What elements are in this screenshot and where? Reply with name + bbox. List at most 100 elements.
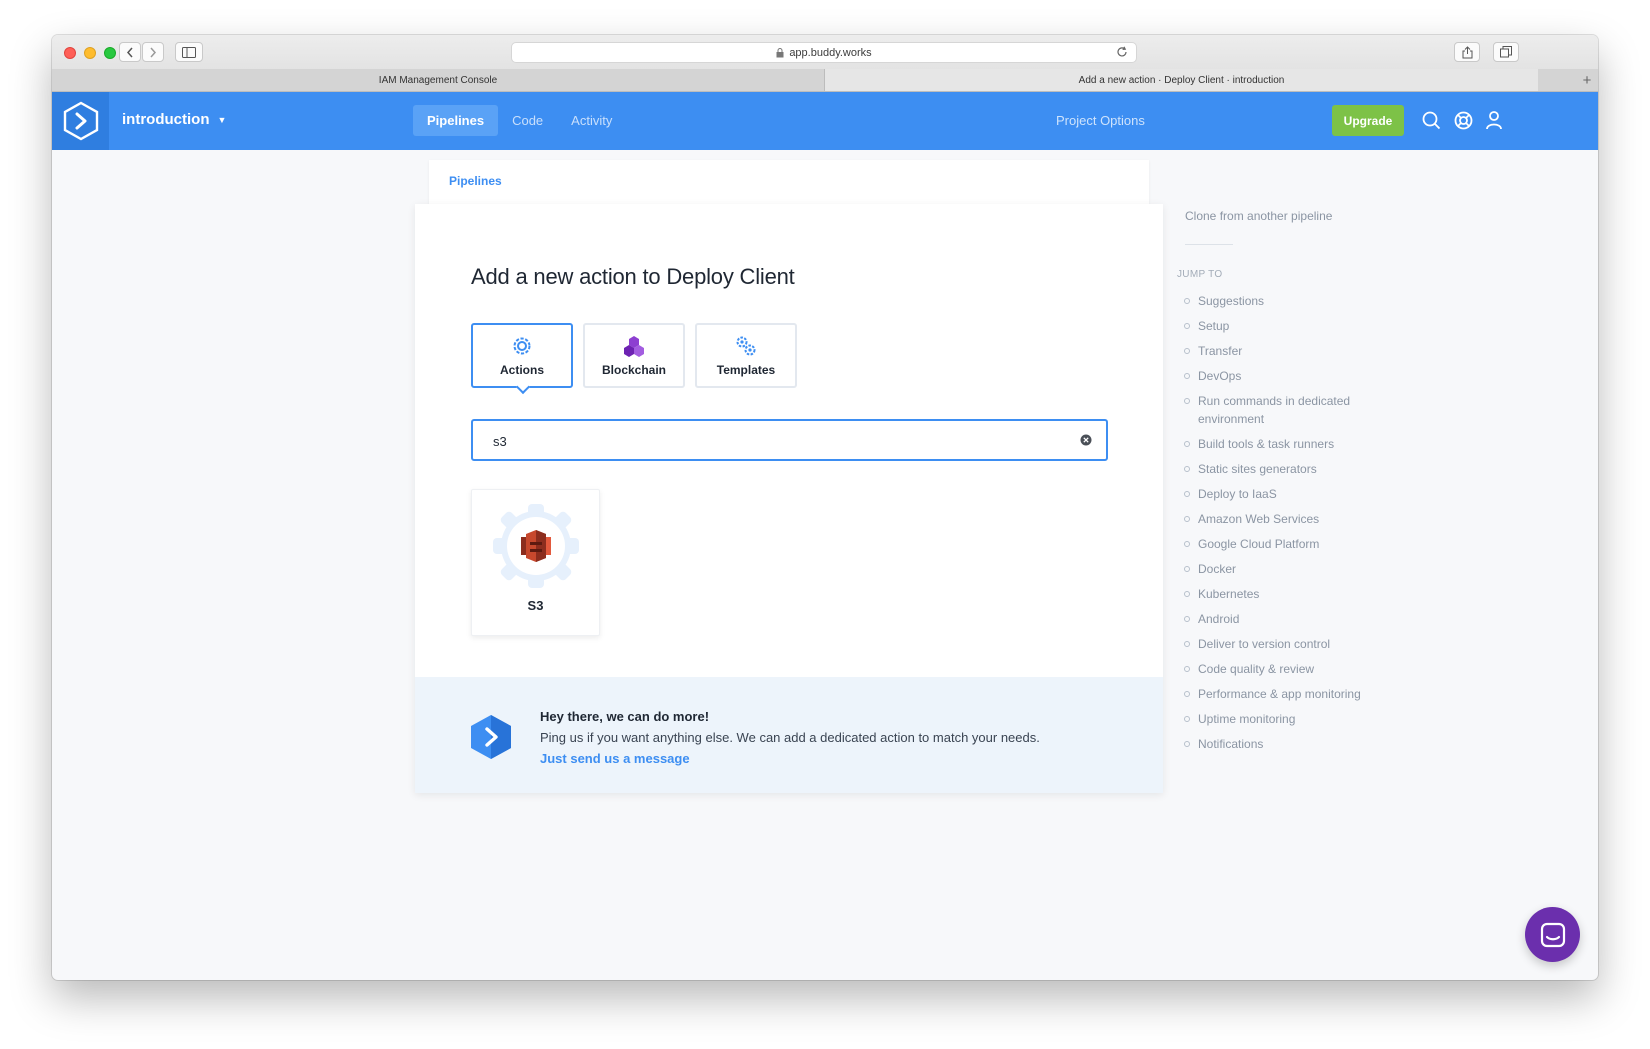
- jump-to-item[interactable]: Google Cloud Platform: [1183, 535, 1393, 553]
- chat-launcher-button[interactable]: [1525, 907, 1580, 962]
- bullet-icon: [1184, 741, 1190, 747]
- zoom-window-button[interactable]: [104, 47, 116, 59]
- main-nav: Pipelines Code Activity: [413, 105, 626, 136]
- search-icon[interactable]: [1422, 111, 1441, 130]
- jump-to-item[interactable]: Deliver to version control: [1183, 635, 1393, 653]
- browser-tab-strip: IAM Management Console Add a new action …: [52, 69, 1598, 92]
- nav-activity[interactable]: Activity: [557, 105, 626, 136]
- jump-to-item[interactable]: Performance & app monitoring: [1183, 685, 1393, 703]
- tab-actions-label: Actions: [499, 362, 544, 377]
- jump-to-label: Performance & app monitoring: [1198, 687, 1361, 701]
- jump-to-label: Amazon Web Services: [1198, 512, 1320, 526]
- jump-to-item[interactable]: Kubernetes: [1183, 585, 1393, 603]
- address-bar[interactable]: app.buddy.works: [511, 42, 1137, 63]
- upgrade-button[interactable]: Upgrade: [1332, 105, 1404, 136]
- jump-to-label: Suggestions: [1198, 294, 1265, 308]
- jump-to-label: Run commands in dedicated environment: [1198, 394, 1351, 426]
- jump-to-label: Build tools & task runners: [1198, 437, 1335, 451]
- custom-action-promo: Hey there, we can do more! Ping us if yo…: [415, 677, 1163, 793]
- tab-actions[interactable]: Actions: [471, 323, 573, 388]
- search-input[interactable]: [493, 431, 1053, 451]
- breadcrumb: Pipelines: [429, 160, 1149, 204]
- bullet-icon: [1184, 441, 1190, 447]
- jump-to-item[interactable]: Setup: [1183, 317, 1393, 335]
- jump-to-item[interactable]: Static sites generators: [1183, 460, 1393, 478]
- jump-to-label: Kubernetes: [1198, 587, 1260, 601]
- tab-templates-label: Templates: [716, 362, 776, 377]
- jump-to-label: Setup: [1198, 319, 1230, 333]
- jump-to-item[interactable]: Uptime monitoring: [1183, 710, 1393, 728]
- buddy-logo[interactable]: [52, 92, 109, 150]
- clear-search-icon[interactable]: [1080, 434, 1092, 446]
- action-tile-label: S3: [527, 598, 544, 613]
- project-switcher[interactable]: introduction ▼: [122, 111, 226, 128]
- bullet-icon: [1184, 591, 1190, 597]
- help-icon[interactable]: [1454, 111, 1473, 130]
- jump-to-label: Static sites generators: [1198, 462, 1317, 476]
- promo-heading: Hey there, we can do more!: [540, 709, 710, 724]
- breadcrumb-pipelines[interactable]: Pipelines: [449, 174, 502, 188]
- jump-to-label: Deliver to version control: [1198, 637, 1331, 651]
- new-tab-button[interactable]: +: [1576, 69, 1598, 91]
- nav-pipelines[interactable]: Pipelines: [413, 105, 499, 136]
- jump-to-label: Google Cloud Platform: [1198, 537, 1320, 551]
- browser-window: app.buddy.works IAM Management Console A…: [52, 35, 1598, 980]
- jump-to-item[interactable]: Suggestions: [1183, 292, 1393, 310]
- jump-to-label: Deploy to IaaS: [1198, 487, 1277, 501]
- gear-icon: [511, 335, 533, 357]
- share-icon: [1462, 45, 1472, 58]
- jump-to-item[interactable]: Build tools & task runners: [1183, 435, 1393, 453]
- project-options-link[interactable]: Project Options: [1056, 113, 1145, 128]
- bullet-icon: [1184, 641, 1190, 647]
- jump-to-item[interactable]: Amazon Web Services: [1183, 510, 1393, 528]
- sidebar-toggle-button[interactable]: [175, 42, 203, 62]
- bullet-icon: [1184, 541, 1190, 547]
- user-icon[interactable]: [1486, 111, 1502, 130]
- bullet-icon: [1184, 716, 1190, 722]
- jump-to-label: Uptime monitoring: [1198, 712, 1296, 726]
- action-search: [471, 419, 1108, 461]
- bullet-icon: [1184, 691, 1190, 697]
- browser-tab[interactable]: IAM Management Console: [52, 69, 825, 91]
- jump-to-label: DevOps: [1198, 369, 1242, 383]
- tab-templates[interactable]: Templates: [695, 323, 797, 388]
- jump-to-label: Transfer: [1198, 344, 1243, 358]
- tab-blockchain[interactable]: Blockchain: [583, 323, 685, 388]
- clone-pipeline-link[interactable]: Clone from another pipeline: [1185, 209, 1332, 223]
- add-action-card: Add a new action to Deploy Client Action…: [415, 204, 1163, 793]
- jump-to-item[interactable]: Deploy to IaaS: [1183, 485, 1393, 503]
- jump-to-item[interactable]: Notifications: [1183, 735, 1393, 753]
- jump-to-label: Docker: [1198, 562, 1237, 576]
- tabs-overview-button[interactable]: [1493, 42, 1519, 62]
- jump-to-item[interactable]: Android: [1183, 610, 1393, 628]
- jump-to-item[interactable]: Transfer: [1183, 342, 1393, 360]
- browser-tab-active[interactable]: Add a new action · Deploy Client · intro…: [825, 69, 1538, 91]
- chevron-right-icon: [150, 47, 157, 57]
- forward-button[interactable]: [142, 42, 164, 62]
- bullet-icon: [1184, 348, 1190, 354]
- url-text: app.buddy.works: [789, 46, 872, 59]
- divider: [1185, 244, 1233, 245]
- jump-to-item[interactable]: Docker: [1183, 560, 1393, 578]
- send-message-link[interactable]: Just send us a message: [540, 751, 690, 766]
- browser-tab-title: Add a new action · Deploy Client · intro…: [1078, 74, 1285, 86]
- caret-down-icon: ▼: [217, 114, 227, 125]
- jump-to-list: Suggestions Setup Transfer DevOps Run co…: [1183, 292, 1393, 760]
- jump-to-item[interactable]: Code quality & review: [1183, 660, 1393, 678]
- share-button[interactable]: [1454, 42, 1480, 62]
- page-title: Add a new action to Deploy Client: [471, 264, 795, 289]
- minimize-window-button[interactable]: [84, 47, 96, 59]
- bullet-icon: [1184, 373, 1190, 379]
- tabs-icon: [1500, 46, 1512, 58]
- browser-titlebar: app.buddy.works: [52, 35, 1598, 70]
- lock-icon: [776, 47, 784, 58]
- buddy-logo-icon: [63, 101, 98, 141]
- reload-icon[interactable]: [1116, 46, 1128, 58]
- back-button[interactable]: [119, 42, 141, 62]
- jump-to-item[interactable]: Run commands in dedicated environment: [1183, 392, 1393, 428]
- bullet-icon: [1184, 566, 1190, 572]
- jump-to-item[interactable]: DevOps: [1183, 367, 1393, 385]
- action-tile-s3[interactable]: S3: [471, 489, 600, 636]
- nav-code[interactable]: Code: [498, 105, 557, 136]
- close-window-button[interactable]: [64, 47, 76, 59]
